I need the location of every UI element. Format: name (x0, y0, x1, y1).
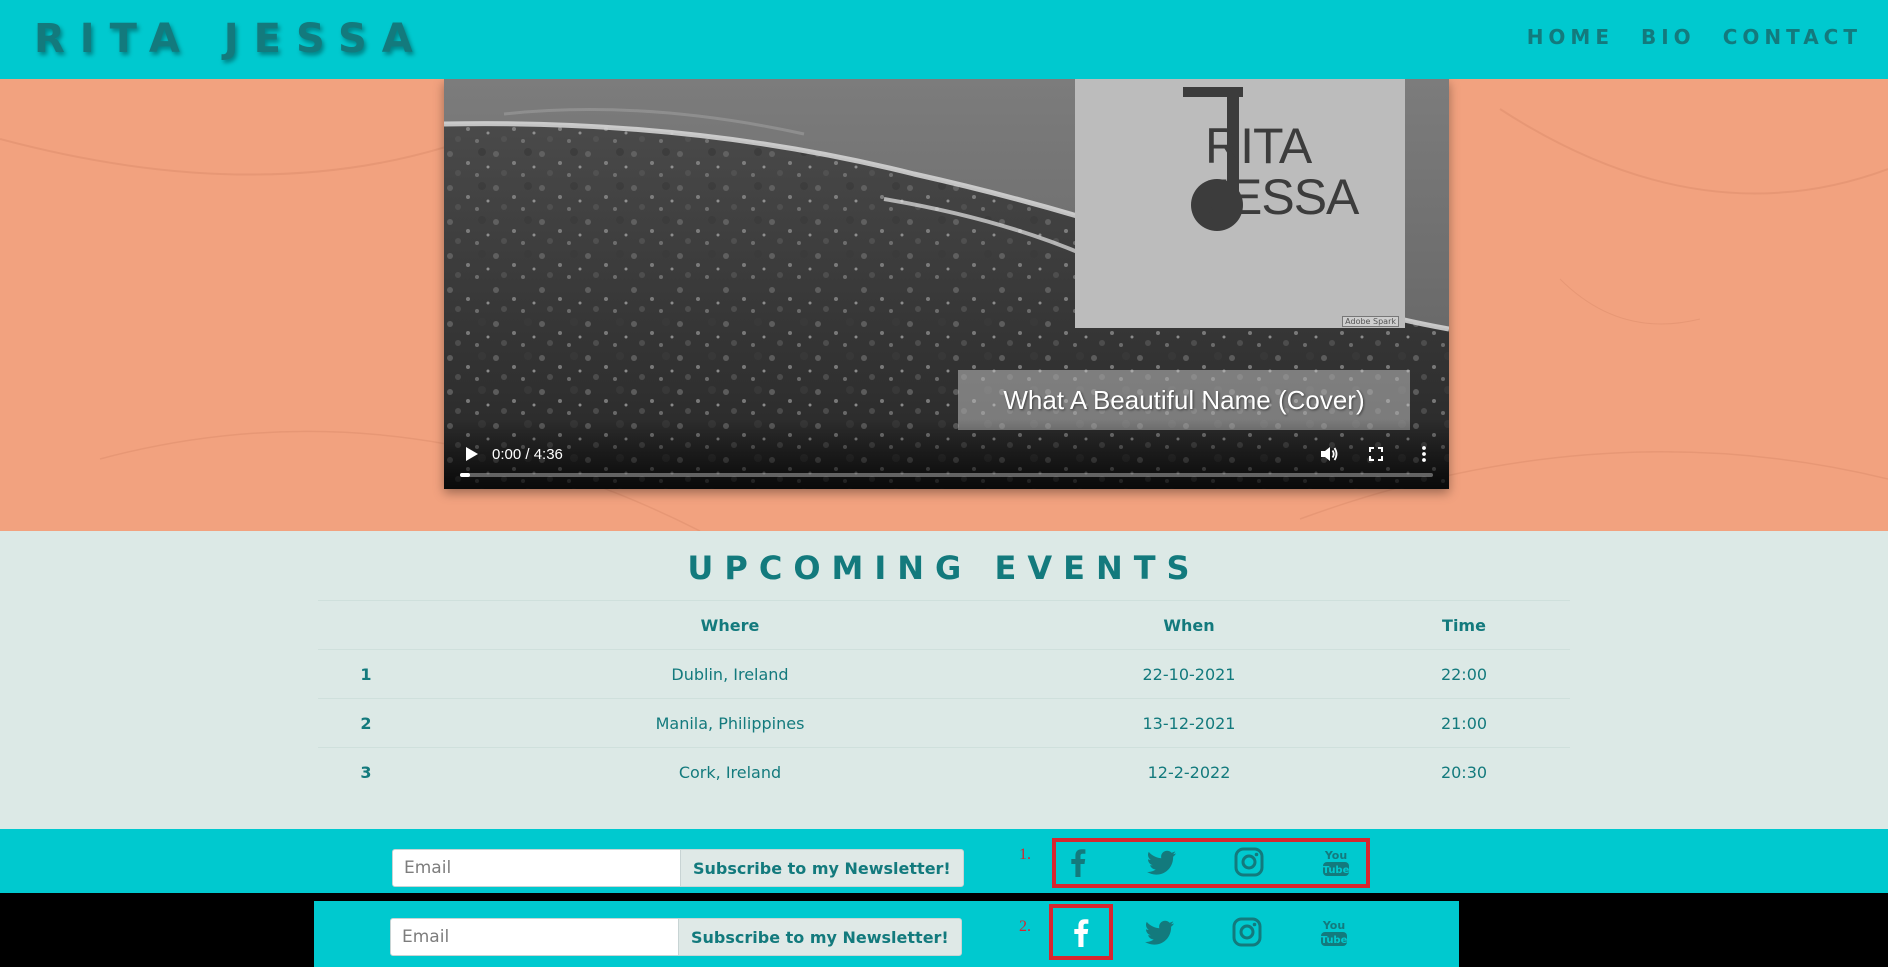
row-num: 1 (360, 665, 372, 684)
nav-home[interactable]: HOME (1527, 27, 1614, 47)
row-time: 20:30 (1440, 763, 1488, 782)
header-time: Time (1442, 616, 1486, 635)
footer-variant-1: Subscribe to my Newsletter! 1. You Tube (0, 829, 1888, 893)
svg-text:Tube: Tube (1321, 935, 1348, 946)
row-num: 2 (360, 714, 372, 733)
brand-logo[interactable]: RITA JESSA (34, 19, 428, 59)
row-when: 12-2-2022 (1147, 763, 1231, 782)
video-time: 0:00 / 4:36 (492, 446, 563, 463)
video-progress-fill (460, 473, 470, 477)
row-when: 22-10-2021 (1142, 665, 1236, 684)
instagram-icon[interactable] (1231, 916, 1263, 948)
svg-text:You: You (1322, 919, 1345, 932)
video-player[interactable]: RITA JESSA Adobe Spark What A Beautiful … (444, 79, 1449, 489)
events-title: UPCOMING EVENTS (687, 549, 1201, 587)
play-icon[interactable] (461, 444, 481, 464)
events-section: UPCOMING EVENTS Where When Time 1 Dublin… (0, 531, 1888, 829)
annotation-marker-2: 2. (1019, 918, 1031, 935)
footer-variant-2: Subscribe to my Newsletter! 2. You Tube (314, 901, 1459, 967)
nav-contact[interactable]: CONTACT (1723, 27, 1862, 47)
subscribe-button[interactable]: Subscribe to my Newsletter! (678, 918, 962, 956)
instagram-icon[interactable] (1233, 846, 1265, 878)
video-controls: 0:00 / 4:36 (444, 419, 1449, 489)
twitter-icon[interactable] (1146, 846, 1178, 878)
table-row: 1 Dublin, Ireland 22-10-2021 22:00 (318, 649, 1570, 698)
facebook-icon[interactable] (1065, 916, 1097, 948)
row-when: 13-12-2021 (1142, 714, 1236, 733)
table-header-row: Where When Time (318, 600, 1570, 649)
youtube-icon[interactable]: You Tube (1318, 916, 1350, 948)
subscribe-button[interactable]: Subscribe to my Newsletter! (680, 849, 964, 887)
twitter-icon[interactable] (1144, 916, 1176, 948)
youtube-icon[interactable]: You Tube (1320, 846, 1352, 878)
hero-section: RITA JESSA Adobe Spark What A Beautiful … (0, 79, 1888, 531)
row-where: Cork, Ireland (678, 763, 782, 782)
volume-icon[interactable] (1319, 444, 1339, 464)
table-row: 2 Manila, Philippines 13-12-2021 21:00 (318, 698, 1570, 747)
facebook-icon[interactable] (1062, 846, 1094, 878)
annotation-marker-1: 1. (1019, 846, 1031, 863)
header-where: Where (700, 616, 760, 635)
row-time: 21:00 (1440, 714, 1488, 733)
logo-text: RITA JESSA (1205, 118, 1359, 225)
events-table: Where When Time 1 Dublin, Ireland 22-10-… (318, 600, 1570, 796)
row-where: Manila, Philippines (655, 714, 805, 733)
newsletter-email-input[interactable] (390, 918, 680, 956)
navbar: RITA JESSA HOME BIO CONTACT (0, 0, 1888, 79)
svg-text:You: You (1324, 849, 1347, 862)
logo-line-1: RITA (1205, 118, 1312, 174)
video-progress-bar[interactable] (460, 473, 1433, 477)
logo-card: RITA JESSA Adobe Spark (1075, 79, 1405, 328)
newsletter-email-input[interactable] (392, 849, 682, 887)
table-row: 3 Cork, Ireland 12-2-2022 20:30 (318, 747, 1570, 796)
more-options-icon[interactable] (1414, 444, 1434, 464)
fullscreen-icon[interactable] (1366, 444, 1386, 464)
logo-line-2: JESSA (1205, 169, 1359, 225)
svg-text:Tube: Tube (1323, 865, 1350, 876)
nav-bio[interactable]: BIO (1641, 27, 1696, 47)
watermark: Adobe Spark (1342, 316, 1399, 327)
row-where: Dublin, Ireland (671, 665, 789, 684)
header-when: When (1163, 616, 1215, 635)
row-num: 3 (360, 763, 372, 782)
nav-links: HOME BIO CONTACT (1527, 27, 1862, 47)
row-time: 22:00 (1440, 665, 1488, 684)
header-num (346, 601, 386, 650)
